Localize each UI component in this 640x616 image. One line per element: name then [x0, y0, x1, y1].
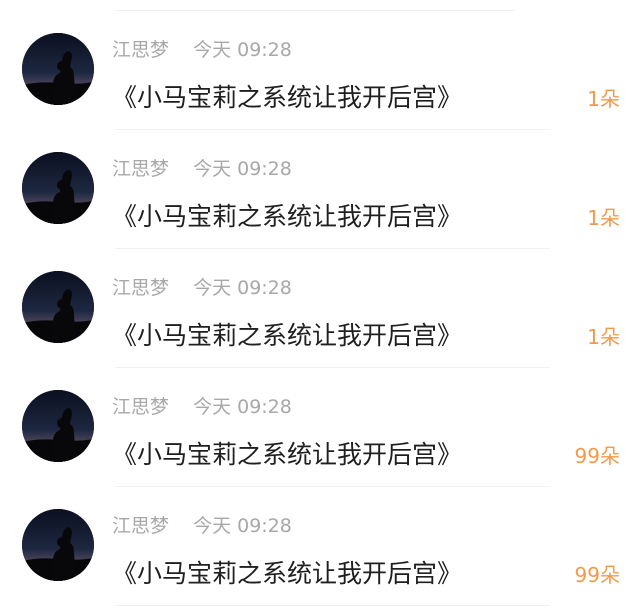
- message-row[interactable]: 江思梦 今天 09:28 《小马宝莉之系统让我开后宫》 1朵: [0, 130, 640, 249]
- flower-count: 1朵: [587, 87, 620, 111]
- message-row[interactable]: 江思梦 今天 09:28 《小马宝莉之系统让我开后宫》 1朵: [0, 11, 640, 130]
- sender-name[interactable]: 江思梦: [112, 277, 169, 299]
- sender-name[interactable]: 江思梦: [112, 515, 169, 537]
- message-row[interactable]: 江思梦 今天 09:28 《小马宝莉之系统让我开后宫》 99朵: [0, 487, 640, 606]
- message-title[interactable]: 《小马宝莉之系统让我开后宫》: [112, 319, 462, 353]
- message-title[interactable]: 《小马宝莉之系统让我开后宫》: [112, 81, 462, 115]
- avatar[interactable]: [22, 33, 94, 105]
- silhouette-avatar-icon: [22, 271, 94, 343]
- message-meta: 江思梦 今天 09:28: [112, 394, 292, 420]
- message-meta: 江思梦 今天 09:28: [112, 275, 292, 301]
- silhouette-avatar-icon: [22, 152, 94, 224]
- message-row[interactable]: 江思梦 今天 09:28 《小马宝莉之系统让我开后宫》 1朵: [0, 249, 640, 368]
- message-title[interactable]: 《小马宝莉之系统让我开后宫》: [112, 557, 462, 591]
- timestamp: 今天 09:28: [193, 515, 292, 537]
- message-list: 江思梦 今天 09:28 《小马宝莉之系统让我开后宫》 1朵 江思梦 今天 09…: [0, 0, 640, 616]
- avatar[interactable]: [22, 509, 94, 581]
- timestamp: 今天 09:28: [193, 39, 292, 61]
- flower-count: 1朵: [587, 206, 620, 230]
- flower-count: 1朵: [587, 325, 620, 349]
- silhouette-avatar-icon: [22, 33, 94, 105]
- silhouette-avatar-icon: [22, 390, 94, 462]
- message-title[interactable]: 《小马宝莉之系统让我开后宫》: [112, 200, 462, 234]
- message-row[interactable]: 江思梦 今天 09:28 《小马宝莉之系统让我开后宫》 99朵: [0, 368, 640, 487]
- sender-name[interactable]: 江思梦: [112, 396, 169, 418]
- message-meta: 江思梦 今天 09:28: [112, 513, 292, 539]
- avatar[interactable]: [22, 152, 94, 224]
- timestamp: 今天 09:28: [193, 277, 292, 299]
- message-title[interactable]: 《小马宝莉之系统让我开后宫》: [112, 438, 462, 472]
- sender-name[interactable]: 江思梦: [112, 158, 169, 180]
- message-meta: 江思梦 今天 09:28: [112, 156, 292, 182]
- timestamp: 今天 09:28: [193, 396, 292, 418]
- sender-name[interactable]: 江思梦: [112, 39, 169, 61]
- avatar[interactable]: [22, 271, 94, 343]
- timestamp: 今天 09:28: [193, 158, 292, 180]
- flower-count: 99朵: [574, 563, 620, 587]
- silhouette-avatar-icon: [22, 509, 94, 581]
- flower-count: 99朵: [574, 444, 620, 468]
- avatar[interactable]: [22, 390, 94, 462]
- message-meta: 江思梦 今天 09:28: [112, 37, 292, 63]
